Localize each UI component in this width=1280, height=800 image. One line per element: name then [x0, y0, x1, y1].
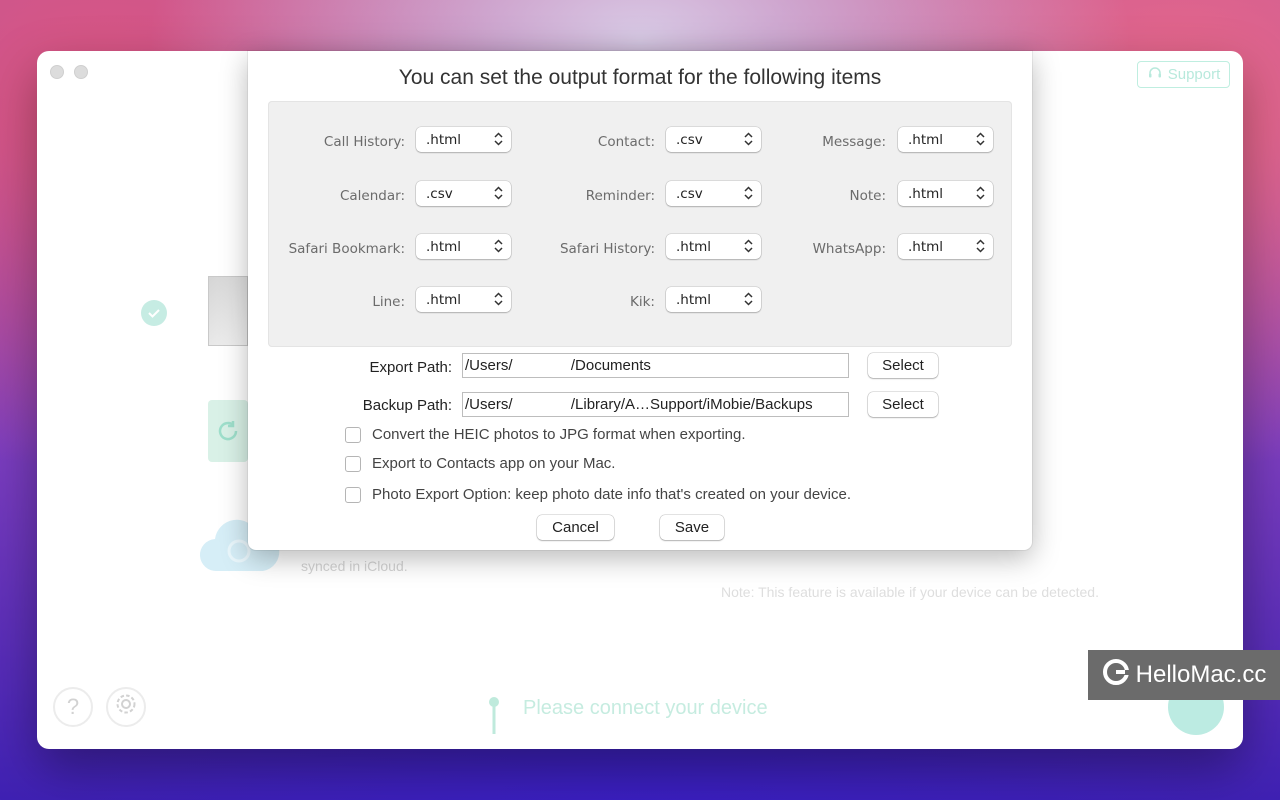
- chevron-updown-icon: [976, 132, 985, 146]
- export-path-select-button[interactable]: Select: [868, 353, 938, 378]
- reminder-format-value: .csv: [676, 185, 703, 202]
- save-button[interactable]: Save: [660, 515, 724, 540]
- note-format-select[interactable]: .html: [898, 181, 993, 206]
- export-to-contacts-option[interactable]: Export to Contacts app on your Mac.: [345, 455, 615, 472]
- message-format-select[interactable]: .html: [898, 127, 993, 152]
- export-path-label: Export Path:: [369, 359, 452, 376]
- note-label: Note:: [849, 188, 886, 204]
- whatsapp-label: WhatsApp:: [812, 241, 886, 257]
- settings-button[interactable]: [106, 687, 146, 727]
- photo-date-label: Photo Export Option: keep photo date inf…: [372, 486, 852, 503]
- close-window-button[interactable]: [50, 65, 64, 79]
- chevron-updown-icon: [976, 186, 985, 200]
- question-icon: ?: [66, 694, 80, 719]
- calendar-label: Calendar:: [339, 188, 405, 204]
- chevron-updown-icon: [976, 239, 985, 253]
- safari-history-format-select[interactable]: .html: [666, 234, 761, 259]
- usb-icon: [486, 696, 502, 734]
- safari-history-label: Safari History:: [559, 241, 655, 257]
- chevron-updown-icon: [494, 239, 503, 253]
- contact-format-select[interactable]: .csv: [666, 127, 761, 152]
- kik-format-select[interactable]: .html: [666, 287, 761, 312]
- support-label: Support: [1167, 66, 1221, 83]
- heic-to-jpg-checkbox[interactable]: [345, 426, 361, 443]
- hellomac-logo-icon: [1102, 658, 1130, 693]
- safari-bookmark-label: Safari Bookmark:: [288, 241, 405, 257]
- output-format-dialog: You can set the output format for the fo…: [248, 51, 1032, 550]
- whatsapp-format-select[interactable]: .html: [898, 234, 993, 259]
- safari-history-format-value: .html: [676, 238, 712, 255]
- call-history-format-value: .html: [426, 131, 462, 148]
- synced-text: synced in iCloud.: [301, 558, 408, 574]
- device-thumbnail: [208, 276, 248, 346]
- line-label: Line:: [372, 294, 405, 310]
- contact-format-value: .csv: [676, 131, 703, 148]
- kik-format-value: .html: [676, 291, 712, 308]
- safari-bookmark-format-select[interactable]: .html: [416, 234, 511, 259]
- format-settings-panel: Call History: .html Contact: .csv Messag…: [268, 101, 1012, 347]
- call-history-format-select[interactable]: .html: [416, 127, 511, 152]
- cancel-button[interactable]: Cancel: [537, 515, 614, 540]
- calendar-format-value: .csv: [426, 185, 453, 202]
- backup-path-select-button[interactable]: Select: [868, 392, 938, 417]
- watermark: HelloMac.cc: [1088, 650, 1280, 700]
- watermark-text: HelloMac.cc: [1135, 661, 1267, 688]
- reminder-format-select[interactable]: .csv: [666, 181, 761, 206]
- photo-date-option[interactable]: Photo Export Option: keep photo date inf…: [345, 486, 851, 503]
- reminder-label: Reminder:: [585, 188, 655, 204]
- device-note: Note: This feature is available if your …: [721, 584, 1099, 600]
- calendar-format-select[interactable]: .csv: [416, 181, 511, 206]
- connect-device-prompt: Please connect your device: [523, 697, 768, 719]
- help-button[interactable]: ?: [53, 687, 93, 727]
- heic-to-jpg-label: Convert the HEIC photos to JPG format wh…: [372, 426, 746, 443]
- chevron-updown-icon: [494, 186, 503, 200]
- contact-label: Contact:: [597, 134, 655, 150]
- message-label: Message:: [822, 134, 886, 150]
- refresh-icon: [208, 400, 248, 462]
- gear-icon: [114, 692, 138, 722]
- photo-date-checkbox[interactable]: [345, 486, 361, 503]
- chevron-updown-icon: [494, 292, 503, 306]
- headset-icon: [1147, 65, 1163, 85]
- export-to-contacts-checkbox[interactable]: [345, 455, 361, 472]
- message-format-value: .html: [908, 131, 944, 148]
- chevron-updown-icon: [494, 132, 503, 146]
- heic-to-jpg-option[interactable]: Convert the HEIC photos to JPG format wh…: [345, 426, 746, 443]
- chevron-updown-icon: [744, 292, 753, 306]
- call-history-label: Call History:: [323, 134, 405, 150]
- line-format-select[interactable]: .html: [416, 287, 511, 312]
- dialog-title: You can set the output format for the fo…: [398, 66, 882, 89]
- minimize-window-button[interactable]: [74, 65, 88, 79]
- support-button[interactable]: Support: [1137, 61, 1230, 88]
- whatsapp-format-value: .html: [908, 238, 944, 255]
- export-path-field[interactable]: /Users/ /Documents: [462, 353, 849, 378]
- line-format-value: .html: [426, 291, 462, 308]
- checkmark-icon: [141, 300, 167, 326]
- safari-bookmark-format-value: .html: [426, 238, 462, 255]
- backup-path-label: Backup Path:: [362, 397, 452, 414]
- export-to-contacts-label: Export to Contacts app on your Mac.: [372, 455, 616, 472]
- kik-label: Kik:: [630, 294, 655, 310]
- note-format-value: .html: [908, 185, 944, 202]
- backup-path-field[interactable]: /Users/ /Library/A…Support/iMobie/Backup…: [462, 392, 849, 417]
